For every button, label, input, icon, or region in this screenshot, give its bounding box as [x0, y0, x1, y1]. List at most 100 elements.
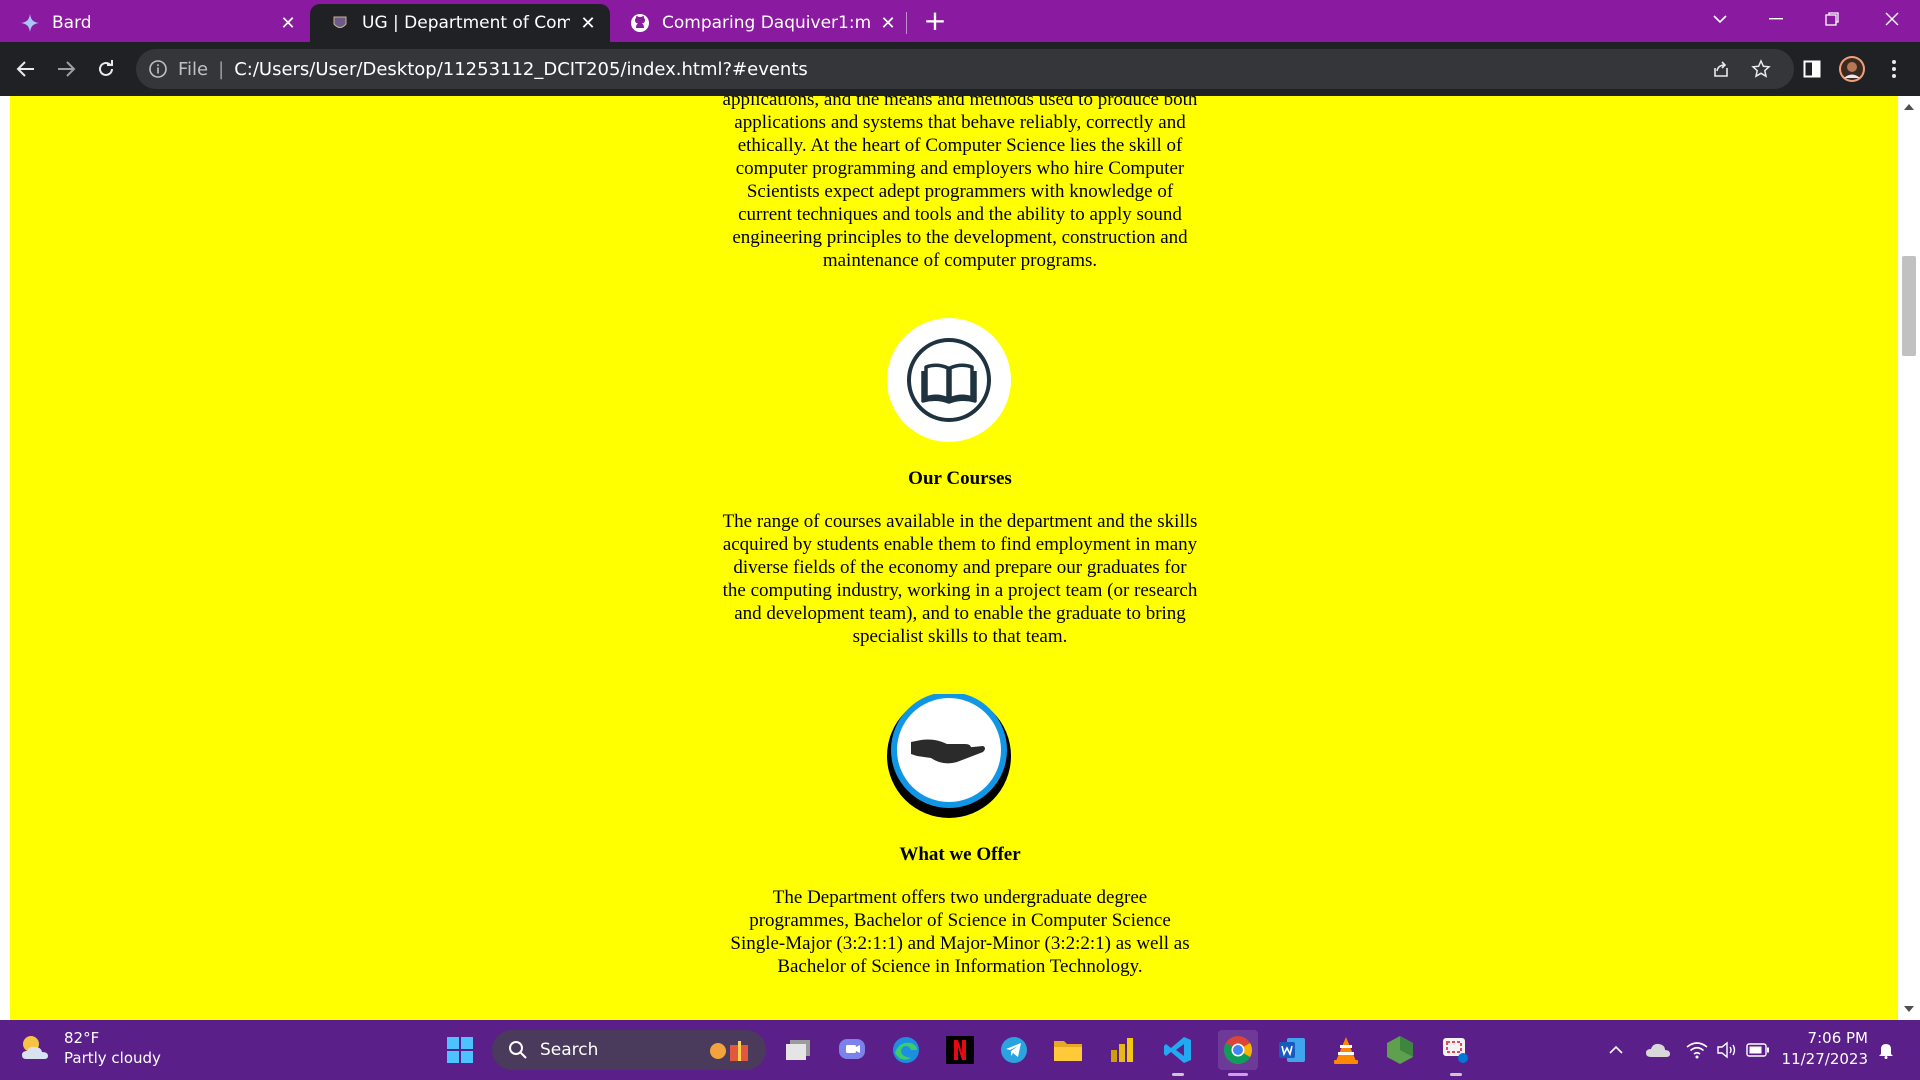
- text-line: computer programming and employers who h…: [735, 158, 1185, 179]
- vscode-icon[interactable]: [1158, 1030, 1198, 1076]
- text-line: engineering principles to the developmen…: [732, 227, 1188, 248]
- text-line: current techniques and tools and the abi…: [738, 204, 1182, 225]
- text-line: programmes, Bachelor of Science in Compu…: [749, 910, 1171, 931]
- bard-sparkle-icon: [20, 13, 40, 33]
- text-line: diverse fields of the economy and prepar…: [733, 557, 1187, 578]
- github-icon: [630, 13, 650, 33]
- tab-ug-department[interactable]: UG | Department of Computer S ✕: [310, 4, 610, 42]
- tab-divider: [906, 12, 907, 34]
- scroll-down-icon[interactable]: [1904, 1006, 1914, 1012]
- netflix-icon[interactable]: [940, 1030, 980, 1070]
- offering-hand-icon: [887, 694, 1011, 818]
- text-line: applications, and the means and methods …: [722, 96, 1198, 110]
- weather-widget[interactable]: 82°F Partly cloudy: [18, 1028, 161, 1068]
- text-line: applications and systems that behave rel…: [734, 112, 1186, 133]
- offer-paragraph: The Department offers two undergraduate …: [694, 886, 1226, 978]
- section-title-offer: What we Offer: [899, 844, 1021, 865]
- text-line: and development team), and to enable the…: [734, 603, 1186, 624]
- search-highlight-icon: [710, 1041, 748, 1061]
- back-icon[interactable]: [10, 53, 42, 85]
- chrome-icon[interactable]: [1218, 1030, 1258, 1076]
- text-line: maintenance of computer programs.: [822, 250, 1098, 271]
- power-bi-icon[interactable]: [1102, 1030, 1142, 1070]
- text-line: Single-Major (3:2:1:1) and Major-Minor (…: [730, 933, 1190, 954]
- site-info-icon[interactable]: [148, 59, 168, 79]
- partly-cloudy-icon: [22, 1036, 48, 1059]
- new-tab-button[interactable]: +: [919, 6, 951, 38]
- task-view-icon[interactable]: [778, 1030, 818, 1070]
- running-indicator: [1450, 1073, 1462, 1076]
- scrollbar-thumb[interactable]: [1902, 256, 1916, 356]
- reload-icon[interactable]: [90, 53, 122, 85]
- section-title-courses: Our Courses: [908, 468, 1012, 489]
- edge-icon[interactable]: [886, 1030, 926, 1070]
- side-panel-icon[interactable]: [1796, 53, 1828, 85]
- address-bar[interactable]: File | C:/Users/User/Desktop/11253112_DC…: [136, 49, 1794, 89]
- courses-paragraph: The range of courses available in the de…: [694, 510, 1226, 648]
- text-line: the computing industry, working in a pro…: [722, 580, 1198, 601]
- vertical-scrollbar[interactable]: [1898, 96, 1920, 1020]
- clock-date: 11/27/2023: [1781, 1050, 1868, 1068]
- open-book-icon: [887, 318, 1011, 442]
- tab-strip: Bard ✕ UG | Department of Computer S ✕ C…: [0, 0, 1920, 42]
- volume-icon[interactable]: [1714, 1036, 1740, 1064]
- start-button[interactable]: [440, 1030, 480, 1070]
- clock-time: 7:06 PM: [1807, 1029, 1868, 1047]
- file-explorer-icon[interactable]: [1048, 1030, 1088, 1070]
- text-line: acquired by students enable them to find…: [722, 534, 1198, 555]
- close-icon[interactable]: ✕: [578, 13, 598, 34]
- search-icon: [509, 1041, 527, 1059]
- battery-icon[interactable]: [1744, 1036, 1772, 1064]
- browser-toolbar: File | C:/Users/User/Desktop/11253112_DC…: [0, 42, 1920, 96]
- scheme-label: File: [178, 58, 209, 80]
- windows-logo-icon: [447, 1037, 473, 1063]
- tab-label: Bard: [52, 13, 92, 33]
- text-line: Bachelor of Science in Information Techn…: [777, 956, 1143, 977]
- telegram-icon[interactable]: [994, 1030, 1034, 1070]
- running-indicator: [1172, 1073, 1184, 1076]
- events-page: applications, and the means and methods …: [10, 96, 1898, 1020]
- teams-chat-icon[interactable]: [832, 1030, 872, 1070]
- browser-viewport: applications, and the means and methods …: [0, 96, 1920, 1020]
- restore-icon[interactable]: [1804, 0, 1860, 38]
- nodejs-icon[interactable]: [1380, 1030, 1420, 1070]
- tab-github-compare[interactable]: Comparing Daquiver1:main...Dzi ✕: [610, 4, 910, 42]
- bookmark-star-icon[interactable]: [1746, 49, 1776, 89]
- taskbar-search[interactable]: Search: [492, 1030, 766, 1070]
- weather-temp: 82°F: [64, 1029, 100, 1047]
- text-line: The range of courses available in the de…: [722, 511, 1198, 532]
- search-placeholder: Search: [540, 1040, 599, 1060]
- minimize-icon[interactable]: [1748, 0, 1804, 38]
- menu-kebab-icon[interactable]: [1878, 53, 1910, 85]
- scroll-up-icon[interactable]: [1904, 104, 1914, 110]
- close-icon[interactable]: ✕: [278, 13, 298, 34]
- wifi-icon[interactable]: [1684, 1036, 1710, 1064]
- text-line: The Department offers two undergraduate …: [772, 887, 1148, 908]
- weather-condition: Partly cloudy: [64, 1049, 161, 1067]
- share-icon[interactable]: [1706, 49, 1736, 89]
- intro-paragraph: applications, and the means and methods …: [694, 96, 1226, 272]
- text-line: Scientists expect adept programmers with…: [746, 181, 1174, 202]
- close-icon[interactable]: ✕: [878, 13, 898, 34]
- text-line: ethically. At the heart of Computer Scie…: [737, 135, 1183, 156]
- text-line: specialist skills to that team.: [852, 626, 1068, 647]
- word-icon[interactable]: [1272, 1030, 1312, 1070]
- tab-label: UG | Department of Computer S: [362, 13, 570, 33]
- tab-label: Comparing Daquiver1:main...Dzi: [662, 13, 870, 33]
- profile-avatar[interactable]: [1836, 53, 1868, 85]
- forward-icon[interactable]: [50, 53, 82, 85]
- vlc-icon[interactable]: [1326, 1030, 1366, 1070]
- address-divider: |: [218, 58, 225, 80]
- url-text[interactable]: C:/Users/User/Desktop/11253112_DCIT205/i…: [234, 59, 808, 80]
- running-indicator: [1228, 1073, 1248, 1076]
- snipping-tool-icon[interactable]: [1436, 1030, 1476, 1076]
- tab-search-icon[interactable]: [1692, 0, 1748, 38]
- notification-bell-icon[interactable]: [1874, 1036, 1898, 1064]
- show-hidden-icons-chevron-icon[interactable]: [1604, 1036, 1628, 1064]
- ug-crest-icon: [330, 13, 350, 33]
- taskbar-clock[interactable]: 7:06 PM 11/27/2023: [1778, 1028, 1868, 1070]
- tab-bard[interactable]: Bard ✕: [0, 4, 310, 42]
- close-window-icon[interactable]: [1864, 0, 1920, 38]
- onedrive-cloud-icon[interactable]: [1644, 1036, 1672, 1064]
- windows-taskbar: 82°F Partly cloudy Search 7:06 PM 11/27/…: [0, 1020, 1920, 1080]
